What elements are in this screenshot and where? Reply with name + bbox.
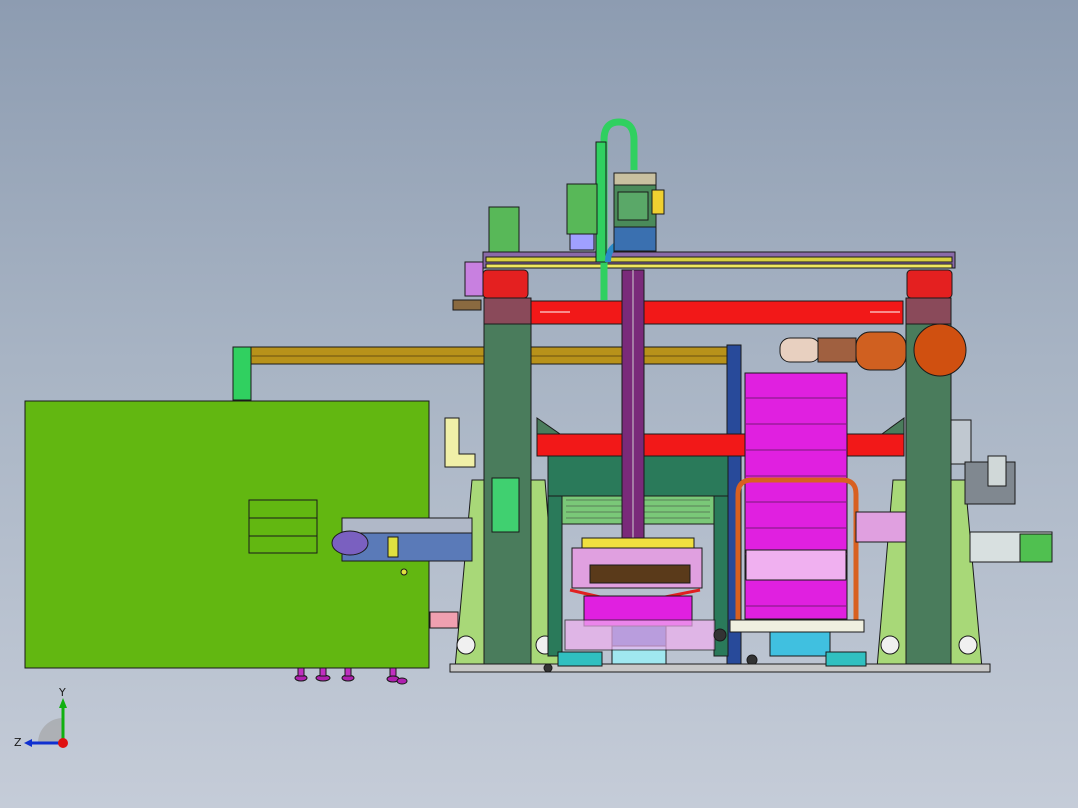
middle-crossbeam bbox=[536, 417, 905, 457]
l-bracket bbox=[444, 417, 476, 468]
upper-crossbeam bbox=[530, 300, 904, 325]
y-axis-label: Y bbox=[58, 686, 66, 699]
z-axis-arrow bbox=[24, 739, 32, 747]
coordinate-triad: Y Z bbox=[14, 686, 68, 749]
pallet-cage bbox=[744, 372, 848, 620]
center-gripper bbox=[564, 537, 716, 671]
gearbox-head bbox=[613, 172, 665, 252]
gantry-end-cap-left bbox=[482, 269, 529, 299]
servo-motor-left bbox=[488, 183, 598, 253]
cad-viewport[interactable] bbox=[0, 0, 1078, 808]
robot-arm bbox=[779, 323, 967, 377]
enclosure-feet bbox=[294, 667, 408, 685]
z-axis-label: Z bbox=[14, 736, 22, 749]
gantry-end-cap-right bbox=[906, 269, 953, 299]
x-axis-dot bbox=[58, 738, 68, 748]
y-axis-arrow bbox=[59, 698, 67, 708]
triad-arc-shade bbox=[38, 718, 63, 743]
